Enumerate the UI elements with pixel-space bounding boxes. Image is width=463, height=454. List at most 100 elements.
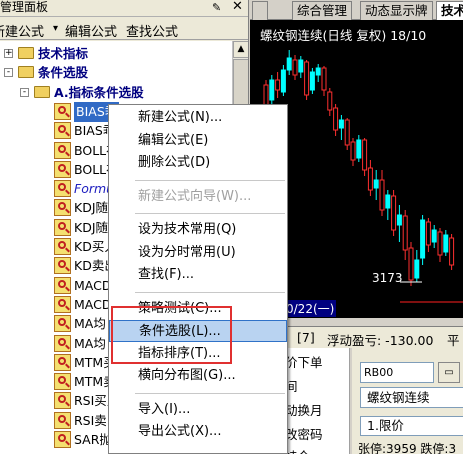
app-window: 管理面板 ✎ ✕ 新建公式 ▾ 编辑公式 查找公式 +技术指标-条件选股-A.指… [0,0,463,454]
candle-body [420,219,426,259]
trade-menu-item[interactable]: 持仓 [285,446,310,454]
tab-comprehensive[interactable]: 综合管理 [292,1,353,20]
tree-folder-row[interactable]: - A.指标条件选股 [0,83,232,103]
menu-item[interactable]: 新建公式(N)... [109,107,287,129]
contract-picker-button[interactable]: ▭ [438,362,460,383]
tree-item-label: KDJ随 [74,219,109,235]
tab-dynamic-board[interactable]: 动态显示牌 [360,1,433,20]
panel-toolbar: 新建公式 ▾ 编辑公式 查找公式 [0,18,248,40]
formula-icon [54,199,71,217]
candle-body [269,79,275,101]
menu-item[interactable]: 指标排序(T)... [109,343,287,365]
candle-body [280,69,286,93]
dropdown-arrow-icon[interactable]: ▾ [53,23,58,34]
candle-body [304,61,310,96]
formula-icon [54,392,71,410]
formula-icon [54,295,71,313]
contract-name-field: 螺纹钢连续 [360,387,463,408]
candle-body [286,57,292,71]
tree-item-label: KDJ随 [74,200,109,216]
trade-menu-item[interactable]: 改密码 [285,424,323,443]
candle-body [396,214,402,226]
menu-item[interactable]: 横向分布图(G)... [109,365,287,387]
menu-item[interactable]: 删除公式(D) [109,152,287,174]
tree-folder-row[interactable]: + 技术指标 [0,44,232,64]
menu-item[interactable]: 条件选股(L)... [109,320,287,342]
expand-icon[interactable]: + [4,49,13,58]
candle-body [356,139,362,159]
candle-body [431,229,437,243]
formula-icon [54,373,71,391]
candle-body [408,247,414,281]
collapse-icon[interactable]: - [20,87,29,97]
candle-body [449,237,455,266]
candle-body [350,141,356,161]
price-limits: 张停:3959 跌停:3 [358,442,457,454]
menu-item[interactable]: 设为分时常用(U) [109,242,287,264]
close-icon[interactable]: ✕ [232,0,243,14]
formula-icon [54,431,71,448]
candle-body [362,139,368,171]
tree-item-label: A.指标条件选股 [54,84,144,100]
menu-item[interactable]: 查找(F)... [109,264,287,286]
edit-formula-button[interactable]: 编辑公式 [65,21,117,40]
trade-menu-item[interactable]: 动换月 [285,400,323,419]
scroll-up-icon[interactable]: ▲ [233,41,248,58]
menu-separator [135,213,285,214]
menu-item[interactable]: 设为技术常用(Q) [109,219,287,241]
folder-icon [18,47,34,59]
context-menu: 新建公式(N)... 编辑公式(E) 删除公式(D) 新建公式向导(W)... 设为技术… [108,104,288,454]
pin-icon[interactable]: ✎ [212,1,221,14]
formula-icon [54,102,71,120]
status-index: [7] [297,330,315,345]
tree-item-label: MA均 [74,335,106,351]
menu-item[interactable]: 编辑公式(E) [109,130,287,152]
menu-item[interactable]: 策略测试(C)... [109,298,287,320]
candle-body [327,91,333,111]
panel-title-bar: 管理面板 ✎ ✕ [0,0,248,17]
candle-body [402,215,408,251]
low-price-label: 3173 [372,271,403,285]
candle-body [338,119,344,129]
candle-body [425,221,431,246]
formula-icon [54,276,71,294]
menu-item[interactable]: 导出公式(X)... [109,421,287,443]
candle-body [379,179,385,211]
tree-item-label: 条件选股 [38,65,89,81]
order-panel: RB00 ▭ 螺纹钢连续 1.限价 张停:3959 跌停:3 [352,348,463,454]
candle-body [298,59,304,73]
candle-body [443,234,449,253]
formula-icon [54,334,71,352]
candle-body [373,179,379,189]
tree-folder-row[interactable]: - 条件选股 [0,63,232,83]
chart-date-label: 0/22(一) [284,300,337,317]
order-type-select[interactable]: 1.限价 [360,416,463,436]
menu-item[interactable]: 新建公式向导(W)... [109,186,287,208]
status-right: 平 [447,333,460,348]
trade-menu-item[interactable]: 价下单 [285,352,323,371]
menu-separator [135,291,285,293]
candle-body [437,231,443,256]
tab-technical[interactable]: 技术 [436,1,463,20]
candle-body [309,71,315,91]
formula-icon [54,315,71,333]
tab-bar: 综合管理 动态显示牌 技术 [250,0,463,20]
formula-icon [54,353,71,371]
new-formula-button[interactable]: 新建公式 [0,21,44,40]
formula-icon [54,257,71,275]
contract-code-input[interactable]: RB00 [360,362,434,383]
tree-item-label: SAR抛 [74,432,112,447]
find-formula-button[interactable]: 查找公式 [126,21,178,40]
candle-body [292,59,298,76]
formula-icon [54,141,71,159]
candle-body [263,84,269,106]
folder-icon [34,85,50,98]
tree-item-label: MACD [74,296,112,312]
candle-body [321,67,327,91]
tree-item-label: MA均 [74,316,106,332]
tab-left-stub[interactable] [252,1,268,20]
collapse-icon[interactable]: - [4,68,13,78]
menu-separator [135,179,285,181]
menu-item[interactable]: 导入(I)... [109,399,287,421]
candle-body [275,79,281,91]
